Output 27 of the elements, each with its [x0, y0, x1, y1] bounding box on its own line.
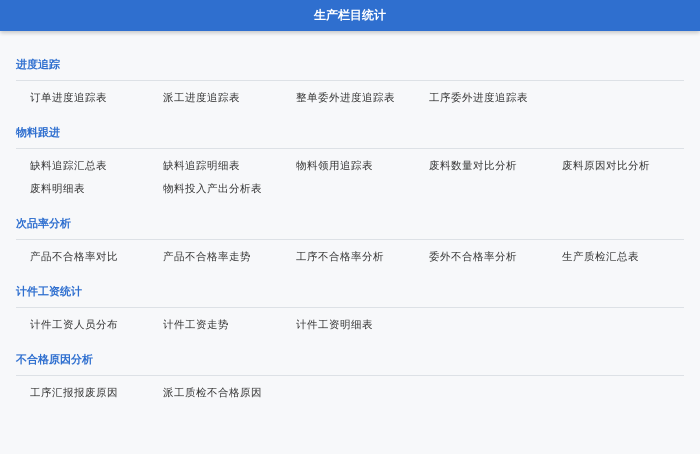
report-link[interactable]: 派工质检不合格原因 [163, 386, 262, 400]
report-link[interactable]: 工序汇报报废原因 [30, 386, 118, 400]
section-title: 进度追踪 [16, 57, 684, 81]
report-link[interactable]: 物料投入产出分析表 [163, 182, 262, 196]
section-title: 物料跟进 [16, 125, 684, 149]
report-link[interactable]: 废料明细表 [30, 182, 85, 196]
report-link[interactable]: 产品不合格率走势 [163, 250, 251, 264]
report-link[interactable]: 缺料追踪汇总表 [30, 159, 107, 173]
report-link[interactable]: 工序委外进度追踪表 [429, 91, 528, 105]
report-link[interactable]: 计件工资走势 [163, 318, 229, 332]
report-link[interactable]: 计件工资人员分布 [30, 318, 118, 332]
report-link[interactable]: 计件工资明细表 [296, 318, 373, 332]
report-link[interactable]: 派工进度追踪表 [163, 91, 240, 105]
report-link[interactable]: 缺料追踪明细表 [163, 159, 240, 173]
report-link[interactable]: 委外不合格率分析 [429, 250, 517, 264]
report-link[interactable]: 产品不合格率对比 [30, 250, 118, 264]
section-title: 计件工资统计 [16, 284, 684, 308]
report-link[interactable]: 生产质检汇总表 [562, 250, 639, 264]
section-title: 次品率分析 [16, 216, 684, 240]
report-link[interactable]: 废料数量对比分析 [429, 159, 517, 173]
page-title: 生产栏目统计 [314, 7, 386, 24]
section-title: 不合格原因分析 [16, 352, 684, 376]
report-link[interactable]: 废料原因对比分析 [562, 159, 650, 173]
report-link[interactable]: 整单委外进度追踪表 [296, 91, 395, 105]
report-link[interactable]: 物料领用追踪表 [296, 159, 373, 173]
report-link[interactable]: 订单进度追踪表 [30, 91, 107, 105]
report-link[interactable]: 工序不合格率分析 [296, 250, 384, 264]
